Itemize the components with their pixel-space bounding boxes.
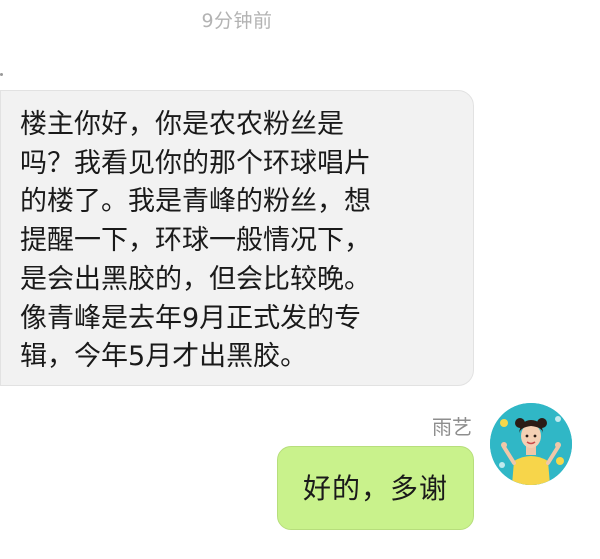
message-timestamp: 9分钟前 <box>201 10 273 32</box>
user-avatar[interactable] <box>490 403 572 485</box>
sender-name: 雨艺 <box>432 415 472 439</box>
chat-screen: 9分钟前 楼主你好，你是农农粉丝是 吗？我看见你的那个环球唱片 的楼了。我是青峰… <box>0 0 600 559</box>
outgoing-message-bubble[interactable]: 好的，多谢 <box>277 446 474 530</box>
avatar-image <box>490 403 572 485</box>
incoming-message-bubble[interactable]: 楼主你好，你是农农粉丝是 吗？我看见你的那个环球唱片 的楼了。我是青峰的粉丝，想… <box>0 90 474 386</box>
edge-dot <box>0 73 3 76</box>
